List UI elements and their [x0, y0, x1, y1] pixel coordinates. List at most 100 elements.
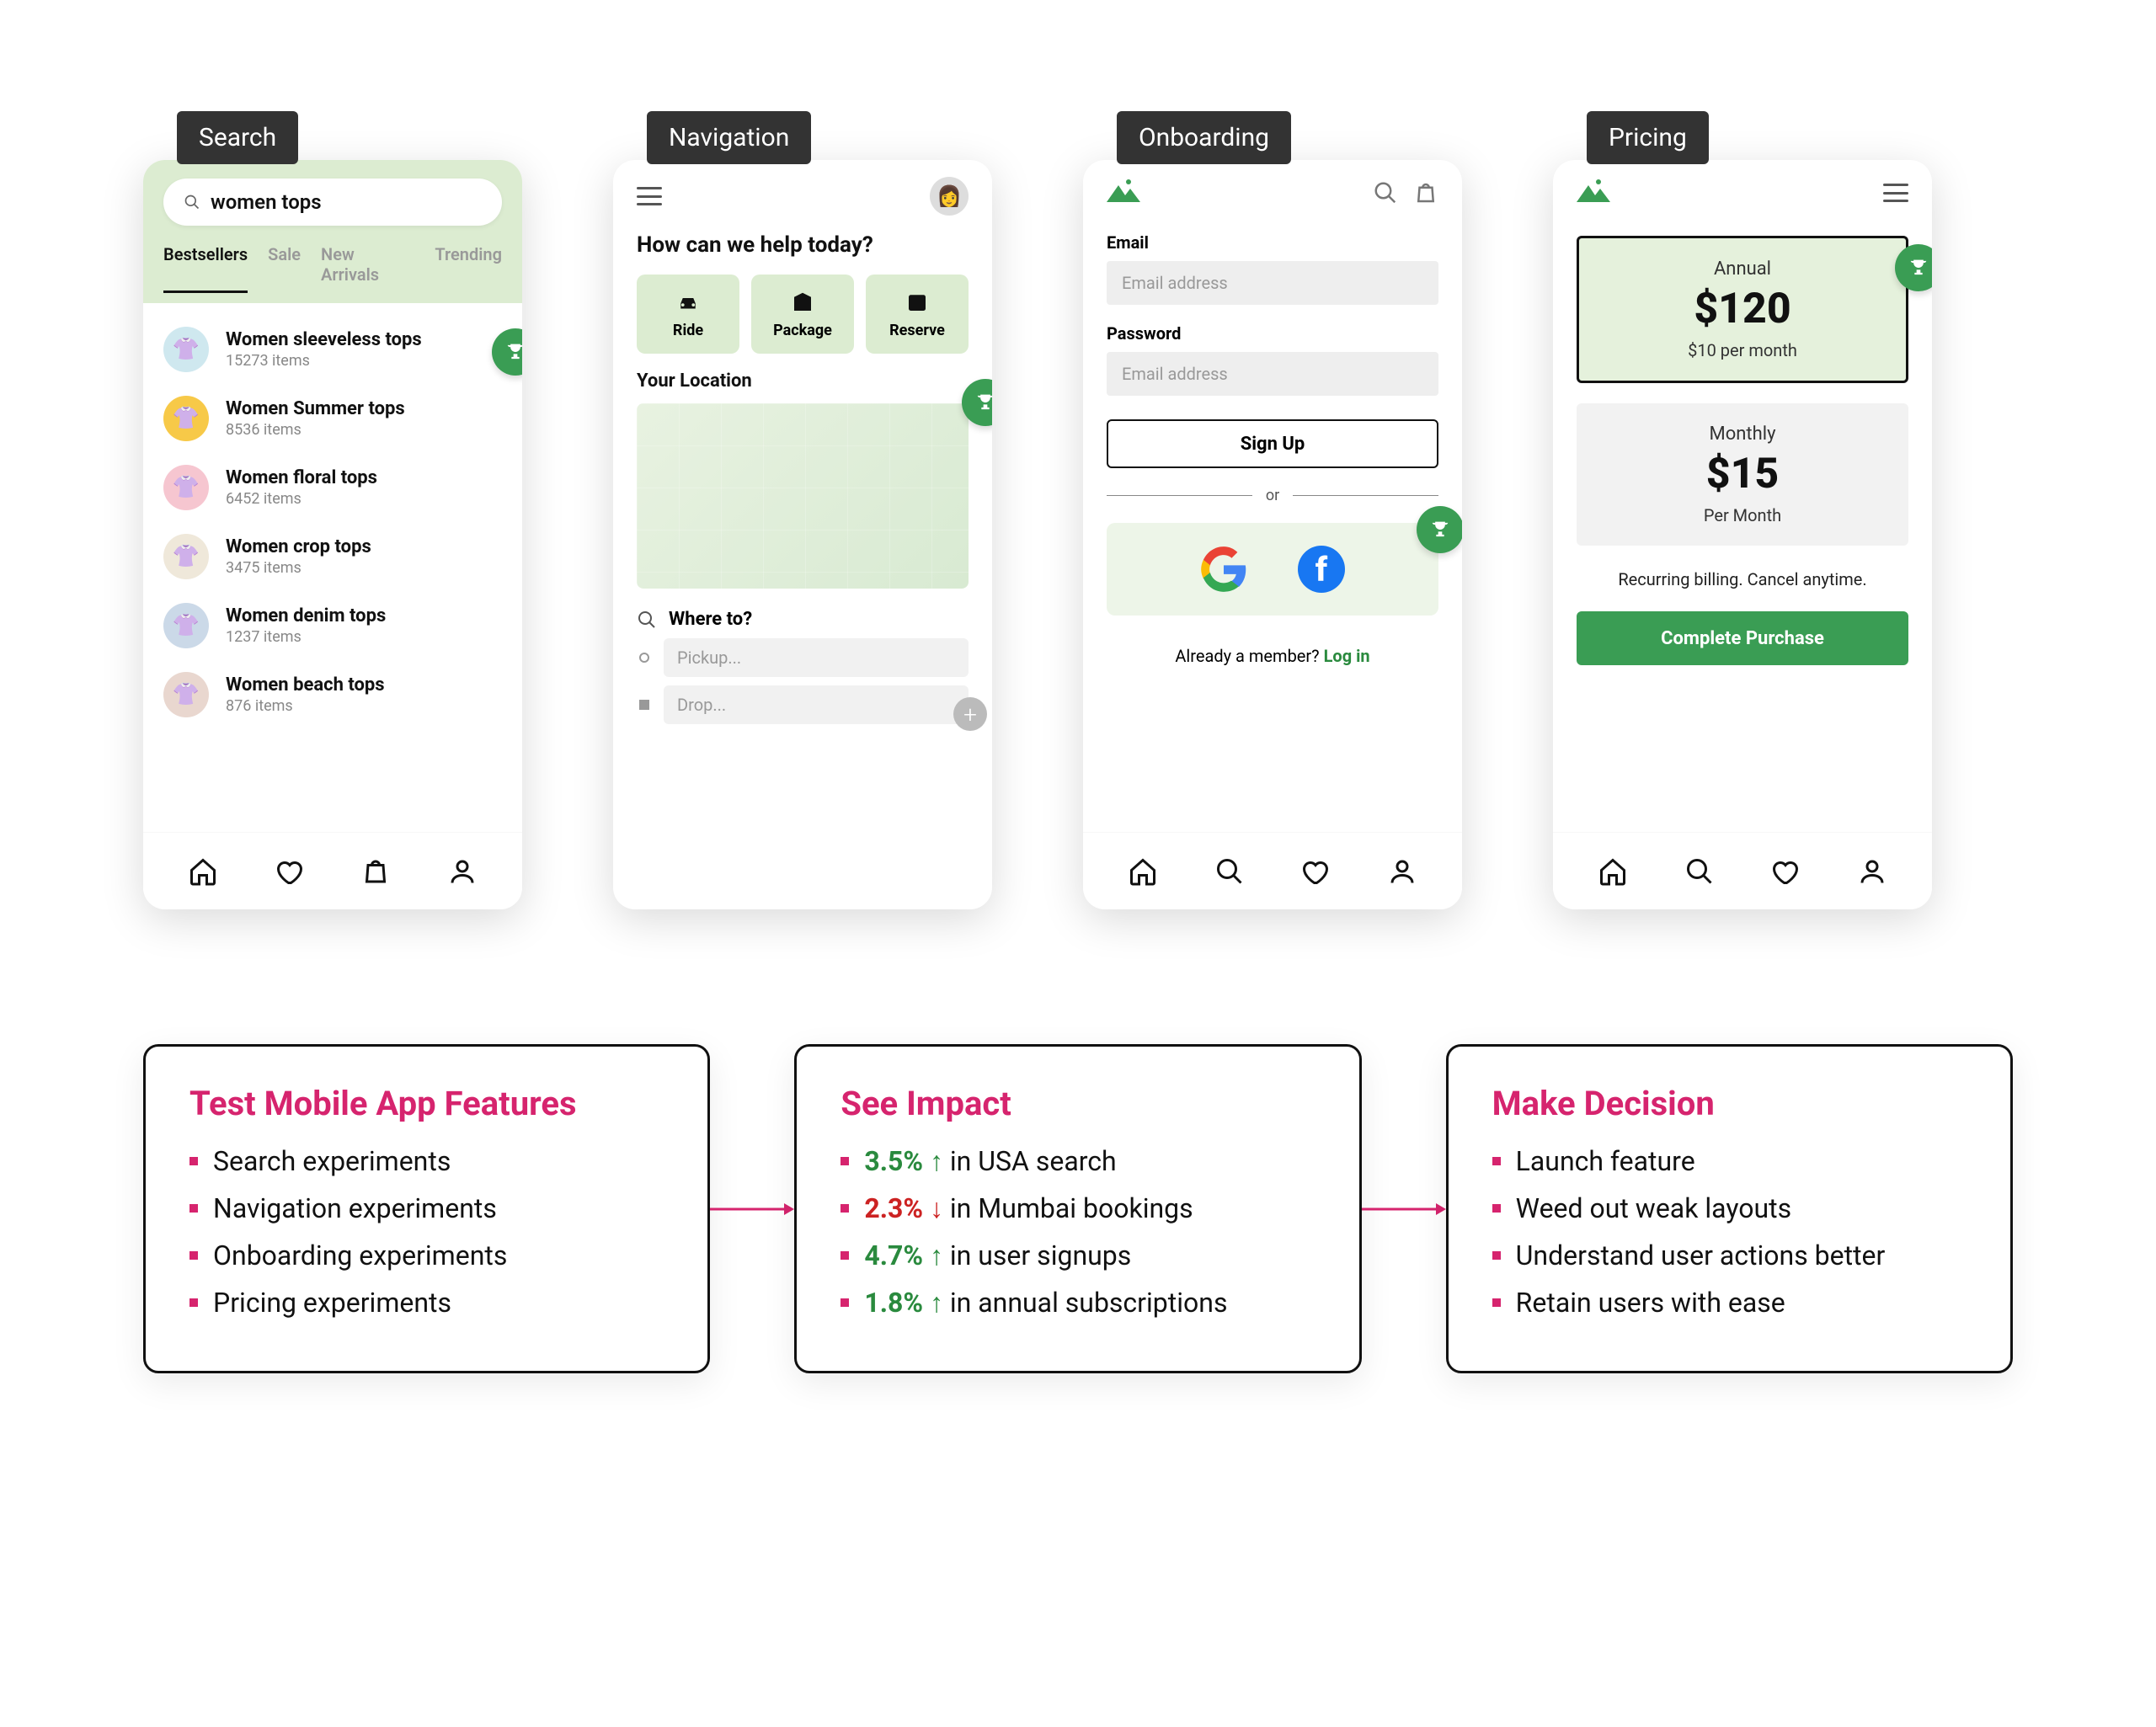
- search-input[interactable]: women tops: [163, 179, 502, 226]
- logo-icon: [1577, 179, 1610, 207]
- plan-annual-caption: Annual: [1594, 259, 1891, 280]
- label-pricing: Pricing: [1587, 111, 1709, 164]
- list-item[interactable]: 👚 Women crop tops 3475 items: [163, 522, 502, 591]
- user-icon[interactable]: [447, 856, 478, 887]
- action-ride-label: Ride: [673, 322, 703, 339]
- result-sub: 6452 items: [226, 490, 377, 508]
- result-sub: 3475 items: [226, 559, 371, 577]
- list-item: Understand user actions better: [1492, 1239, 1967, 1271]
- search-query: women tops: [211, 190, 322, 214]
- list-item[interactable]: 👚 Women Summer tops 8536 items: [163, 384, 502, 453]
- pickup-input[interactable]: Pickup...: [664, 638, 969, 677]
- drop-input[interactable]: Drop...: [664, 685, 969, 724]
- result-title: Women floral tops: [226, 467, 377, 488]
- action-package-label: Package: [773, 322, 832, 339]
- step-test: Test Mobile App Features Search experime…: [143, 1044, 710, 1373]
- list-item: Navigation experiments: [189, 1192, 664, 1224]
- step-decision: Make Decision Launch feature Weed out wea…: [1446, 1044, 2013, 1373]
- bag-icon[interactable]: [1413, 180, 1438, 205]
- email-label: Email: [1107, 232, 1438, 253]
- list-item: 3.5% ↑ in USA search: [841, 1145, 1315, 1177]
- label-search: Search: [177, 111, 298, 164]
- hamburger-icon[interactable]: [1883, 184, 1908, 202]
- phone-search: women tops Bestsellers Sale New Arrivals…: [143, 160, 522, 909]
- search-icon[interactable]: [1684, 856, 1715, 887]
- avatar: 👚: [163, 327, 209, 372]
- password-field[interactable]: Email address: [1107, 352, 1438, 396]
- step-test-title: Test Mobile App Features: [189, 1084, 664, 1123]
- result-title: Women denim tops: [226, 605, 386, 626]
- billing-note: Recurring billing. Cancel anytime.: [1577, 569, 1908, 589]
- list-item: Launch feature: [1492, 1145, 1967, 1177]
- logo-icon: [1107, 179, 1140, 207]
- search-icon: [184, 194, 200, 211]
- signup-button[interactable]: Sign Up: [1107, 419, 1438, 468]
- add-stop-button[interactable]: +: [953, 697, 987, 731]
- action-ride[interactable]: Ride: [637, 275, 739, 354]
- result-title: Women Summer tops: [226, 398, 405, 419]
- social-login: f: [1107, 523, 1438, 616]
- avatar: 👚: [163, 672, 209, 717]
- home-icon[interactable]: [1128, 856, 1158, 887]
- list-item[interactable]: 👚 Women floral tops 6452 items: [163, 453, 502, 522]
- bag-icon[interactable]: [360, 856, 391, 887]
- arrow-connector: [1362, 1044, 1446, 1373]
- plan-annual[interactable]: Annual $120 $10 per month: [1577, 236, 1908, 383]
- step-decision-title: Make Decision: [1492, 1084, 1967, 1123]
- location-label: Your Location: [613, 370, 992, 392]
- action-reserve-label: Reserve: [889, 322, 945, 339]
- plan-annual-sub: $10 per month: [1594, 340, 1891, 360]
- list-item[interactable]: 👚 Women denim tops 1237 items: [163, 591, 502, 660]
- heart-icon[interactable]: [1300, 856, 1331, 887]
- home-icon[interactable]: [188, 856, 218, 887]
- hamburger-icon[interactable]: [637, 187, 662, 205]
- plan-annual-price: $120: [1594, 285, 1891, 333]
- user-icon[interactable]: [1857, 856, 1887, 887]
- home-icon[interactable]: [1598, 856, 1628, 887]
- avatar[interactable]: 👩: [930, 177, 969, 216]
- list-item: 1.8% ↑ in annual subscriptions: [841, 1287, 1315, 1319]
- result-sub: 876 items: [226, 697, 385, 715]
- complete-purchase-button[interactable]: Complete Purchase: [1577, 611, 1908, 665]
- action-package[interactable]: Package: [751, 275, 854, 354]
- result-title: Women sleeveless tops: [226, 329, 422, 350]
- drop-marker-icon: [637, 700, 652, 710]
- list-item: Pricing experiments: [189, 1287, 664, 1319]
- plan-monthly-price: $15: [1592, 450, 1893, 498]
- google-icon[interactable]: [1200, 546, 1247, 593]
- plan-monthly[interactable]: Monthly $15 Per Month: [1577, 403, 1908, 546]
- nav-heading: How can we help today?: [613, 232, 992, 258]
- heart-icon[interactable]: [275, 856, 305, 887]
- heart-icon[interactable]: [1770, 856, 1801, 887]
- bottom-nav: [1553, 832, 1932, 909]
- list-item: Weed out weak layouts: [1492, 1192, 1967, 1224]
- list-item[interactable]: 👚 Women sleeveless tops 15273 items: [163, 315, 502, 384]
- or-divider: or: [1107, 487, 1438, 504]
- list-item: Onboarding experiments: [189, 1239, 664, 1271]
- list-item: Search experiments: [189, 1145, 664, 1177]
- action-reserve[interactable]: Reserve: [866, 275, 969, 354]
- label-onboarding: Onboarding: [1117, 111, 1291, 164]
- tab-trending[interactable]: Trending: [435, 244, 502, 293]
- user-icon[interactable]: [1387, 856, 1417, 887]
- avatar: 👚: [163, 603, 209, 648]
- arrow-connector: [710, 1044, 794, 1373]
- search-tabs: Bestsellers Sale New Arrivals Trending: [163, 244, 502, 293]
- facebook-icon[interactable]: f: [1298, 546, 1345, 593]
- tab-bestsellers[interactable]: Bestsellers: [163, 244, 248, 293]
- email-field[interactable]: Email address: [1107, 261, 1438, 305]
- search-icon[interactable]: [1373, 180, 1398, 205]
- list-item: 2.3% ↓ in Mumbai bookings: [841, 1192, 1315, 1224]
- phone-onboarding: Email Email address Password Email addre…: [1083, 160, 1462, 909]
- avatar: 👚: [163, 465, 209, 510]
- tab-new-arrivals[interactable]: New Arrivals: [321, 244, 414, 293]
- login-link[interactable]: Log in: [1324, 646, 1370, 666]
- search-icon[interactable]: [1214, 856, 1245, 887]
- map[interactable]: [637, 403, 969, 589]
- list-item[interactable]: 👚 Women beach tops 876 items: [163, 660, 502, 729]
- result-title: Women crop tops: [226, 536, 371, 557]
- tab-sale[interactable]: Sale: [268, 244, 301, 293]
- phone-navigation: 👩 How can we help today? Ride Package Re…: [613, 160, 992, 909]
- list-item: 4.7% ↑ in user signups: [841, 1239, 1315, 1271]
- bottom-nav: [1083, 832, 1462, 909]
